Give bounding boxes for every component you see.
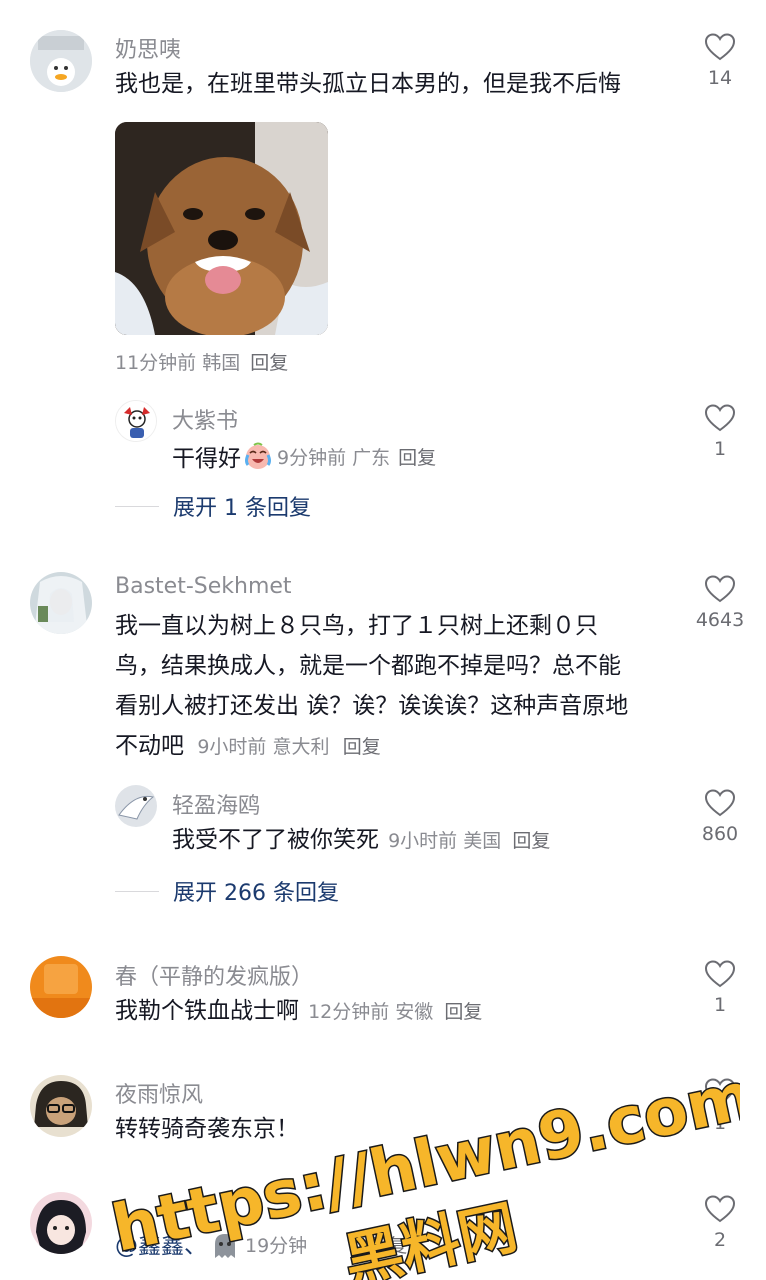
reply-username[interactable]: 大紫书 [172,403,238,435]
like-count: 1 [713,1112,727,1134]
comment-text: 我一直以为树上８只鸟，打了１只树上还剩０只 鸟，结果换成人，就是一个都跑不掉是吗… [115,606,675,767]
ghost-emoji [211,1232,239,1260]
reply-username[interactable]: 轻盈海鸥 [172,788,260,820]
comment-time-location: 12分钟前 安徽 [308,1001,434,1023]
heart-icon [705,789,735,817]
avatar[interactable] [30,572,92,634]
avatar[interactable] [30,30,92,92]
like-button[interactable]: 1 [694,960,746,1016]
comment-body: @鑫鑫、 19分钟 回复 [115,1226,407,1266]
reply-button[interactable]: 回复 [512,830,550,852]
comment-username[interactable]: 奶思咦 [115,32,181,64]
heart-icon [705,1195,735,1223]
expand-replies-label: 展开 1 条回复 [173,496,311,521]
comment-body: 我勒个铁血战士啊 12分钟前 安徽 回复 [115,991,482,1033]
comment-text: 我勒个铁血战士啊 [115,998,299,1024]
expand-replies-label: 展开 266 条回复 [173,881,339,906]
like-button[interactable]: 4643 [694,575,746,631]
avatar[interactable] [30,956,92,1018]
comment-time-location: 11分钟前 韩国 [115,352,241,374]
like-button[interactable]: 2 [694,1195,746,1251]
like-count: 2 [713,1229,727,1251]
comment-text: 我也是，在班里带头孤立日本男的，但是我不后悔 [115,71,621,97]
comment-text-line: 看别人被打还发出 诶？诶？诶诶诶？这种声音原地 [115,693,629,719]
like-count: 1 [713,994,727,1016]
reply-body: 干得好 9分钟前 广东 回复 [172,436,436,476]
comment-time-location: 9小时前 意大利 [197,736,330,758]
heart-icon [705,404,735,432]
avatar[interactable] [30,1075,92,1137]
reply-button[interactable]: 回复 [250,352,288,374]
divider [115,505,159,507]
comment-text: 转转骑奇袭东京！ [115,1116,299,1142]
heart-icon [705,960,735,988]
comment-username[interactable]: 夜雨惊风 [115,1077,203,1109]
heart-icon [705,33,735,61]
comment-text-line-last: 不动吧 9小时前 意大利 回复 [115,726,675,767]
mention-link[interactable]: @鑫鑫、 [115,1226,207,1266]
crying-laughing-emoji [243,441,273,471]
comment-time: 19分钟 [245,1235,308,1257]
avatar[interactable] [30,1192,92,1254]
reply-body: 我受不了了被你笑死 9小时前 美国 回复 [172,820,550,862]
reply-button[interactable]: 回复 [343,736,381,758]
reply-button[interactable]: 回复 [444,1001,482,1023]
avatar[interactable] [115,785,157,827]
comment-meta: 11分钟前 韩国 回复 [115,348,288,375]
reply-time-location: 9分钟前 广东 [277,446,391,469]
like-button[interactable]: 860 [694,789,746,845]
like-count: 1 [713,438,727,460]
divider [115,890,159,892]
heart-icon [705,575,735,603]
expand-replies-button[interactable]: 展开 266 条回复 [115,875,339,907]
like-button[interactable]: 14 [694,33,746,89]
avatar[interactable] [115,400,157,442]
comment-username[interactable]: Bastet-Sekhmet [115,574,292,599]
like-button[interactable]: 1 [694,404,746,460]
grinning-dog-sticker[interactable] [115,122,328,335]
comment-text-line: 鸟，结果换成人，就是一个都跑不掉是吗？总不能 [115,653,621,679]
like-count: 860 [701,823,739,845]
reply-text: 干得好 [172,446,241,472]
comment-text-line: 我一直以为树上８只鸟，打了１只树上还剩０只 [115,613,598,639]
reply-button[interactable]: 回复 [369,1226,407,1266]
like-count: 14 [707,67,733,89]
reply-text: 我受不了了被你笑死 [172,827,379,853]
comment-username[interactable]: 春（平静的发疯版） [115,959,313,991]
reply-button[interactable]: 回复 [398,443,436,470]
like-count: 4643 [695,609,745,631]
like-button[interactable]: 1 [694,1078,746,1134]
heart-icon [705,1078,735,1106]
expand-replies-button[interactable]: 展开 1 条回复 [115,490,311,522]
reply-time-location: 9小时前 美国 [388,830,502,852]
comment-text-line: 不动吧 [115,733,184,759]
